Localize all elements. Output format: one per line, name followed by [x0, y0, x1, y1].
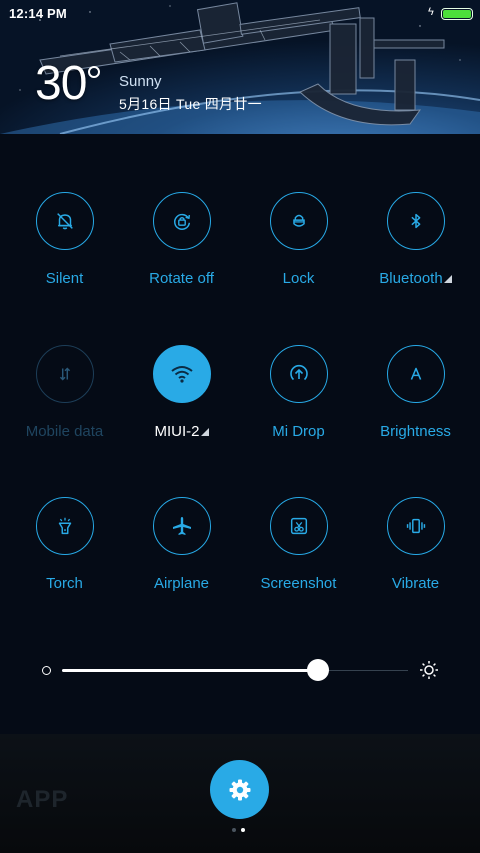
date-lunar-text[interactable]: 5月16日 Tue 四月廿一	[119, 94, 262, 114]
brightness-slider[interactable]	[0, 650, 480, 690]
toggle-silent-button[interactable]	[35, 192, 94, 250]
toggle-bluetooth-button[interactable]	[386, 192, 445, 250]
toggle-lock-button[interactable]	[269, 192, 328, 250]
charging-icon: ϟ	[428, 6, 434, 18]
toggle-mobile-data-button[interactable]	[35, 345, 94, 403]
toggle-mi-drop[interactable]: Mi Drop	[240, 345, 357, 440]
toggle-lock-label: Lock	[282, 270, 315, 287]
toggle-brightness-auto[interactable]: Brightness	[357, 345, 474, 440]
toggle-torch-button[interactable]	[35, 497, 94, 555]
weather-header: 12:14 PM ϟ 30 Sunny 5月16日 Tue 四月廿一	[0, 0, 480, 134]
rotate-lock-icon	[173, 213, 190, 230]
gear-icon	[229, 779, 250, 800]
toggle-silent[interactable]: Silent	[6, 192, 123, 287]
brightness-high-icon	[420, 661, 438, 679]
toggle-screenshot-label: Screenshot	[260, 575, 337, 592]
toggle-brightness-auto-button[interactable]	[386, 345, 445, 403]
bluetooth-label-text: Bluetooth	[379, 270, 443, 287]
toggle-bluetooth[interactable]: Bluetooth	[357, 192, 474, 287]
degree-symbol-icon	[88, 66, 100, 78]
toggle-rotate-label: Rotate off	[149, 270, 214, 287]
background-app-watermark: APP	[16, 786, 69, 813]
status-bar: 12:14 PM ϟ	[0, 0, 480, 28]
lock-icon	[292, 214, 305, 227]
airplane-icon	[172, 517, 191, 535]
toggle-vibrate-label: Vibrate	[391, 575, 440, 592]
toggle-wifi-label: MIUI-2	[123, 423, 240, 440]
quick-settings-panel: Silent Rotate off Lock Bluetooth Mobile …	[0, 134, 480, 734]
toggle-bluetooth-label: Bluetooth	[357, 270, 474, 287]
temperature-value[interactable]: 30	[35, 60, 87, 108]
mobile-data-icon	[59, 367, 70, 381]
bluetooth-icon	[410, 213, 420, 229]
bottom-bar: APP	[0, 734, 480, 853]
toggle-vibrate-button[interactable]	[386, 497, 445, 555]
toggle-mi-drop-button[interactable]	[269, 345, 328, 403]
page-dot-1	[232, 828, 236, 832]
toggle-screenshot-button[interactable]	[269, 497, 328, 555]
mi-drop-icon	[289, 364, 308, 381]
weather-condition: Sunny	[119, 73, 162, 90]
toggle-airplane-label: Airplane	[153, 575, 210, 592]
torch-icon	[58, 517, 71, 535]
battery-icon	[441, 8, 473, 20]
toggle-airplane-button[interactable]	[152, 497, 211, 555]
toggle-mi-drop-label: Mi Drop	[272, 423, 325, 440]
settings-button[interactable]	[210, 760, 269, 819]
toggle-rotate[interactable]: Rotate off	[123, 192, 240, 287]
auto-brightness-icon	[410, 367, 421, 380]
wifi-more-triangle-icon[interactable]	[200, 428, 209, 436]
status-clock: 12:14 PM	[9, 6, 67, 21]
toggle-torch-label: Torch	[46, 575, 83, 592]
battery-level-fill	[443, 10, 471, 18]
toggle-lock[interactable]: Lock	[240, 192, 357, 287]
toggle-silent-label: Silent	[45, 270, 84, 287]
toggle-airplane[interactable]: Airplane	[123, 497, 240, 592]
toggle-brightness-auto-label: Brightness	[380, 423, 451, 440]
screenshot-icon	[290, 517, 307, 535]
toggle-vibrate[interactable]: Vibrate	[357, 497, 474, 592]
toggle-screenshot[interactable]: Screenshot	[240, 497, 357, 592]
toggle-mobile-data[interactable]: Mobile data	[6, 345, 123, 440]
toggle-torch[interactable]: Torch	[6, 497, 123, 592]
brightness-track-fill	[62, 669, 319, 672]
bluetooth-more-triangle-icon[interactable]	[443, 275, 452, 283]
vibrate-icon	[406, 518, 425, 534]
toggle-wifi-button[interactable]	[152, 345, 211, 403]
page-dot-2	[241, 828, 245, 832]
toggle-rotate-button[interactable]	[152, 192, 211, 250]
toggle-mobile-data-label: Mobile data	[25, 423, 104, 440]
toggle-wifi[interactable]: MIUI-2	[123, 345, 240, 440]
brightness-thumb[interactable]	[307, 659, 330, 681]
brightness-low-icon	[42, 666, 51, 675]
bell-off-icon	[56, 213, 73, 230]
wifi-icon	[170, 366, 193, 383]
wifi-network-name: MIUI-2	[154, 423, 200, 440]
